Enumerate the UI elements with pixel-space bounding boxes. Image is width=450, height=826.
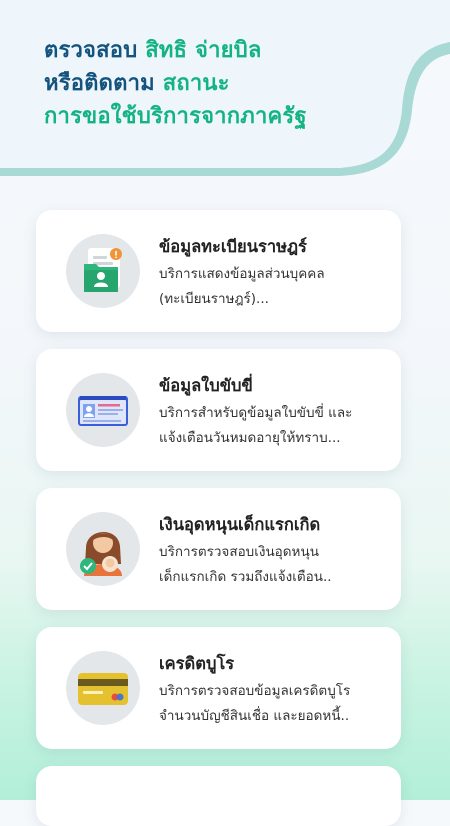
service-card-house-registration[interactable]: ข้อมูลทะเบียนราษฎร์ บริการแสดงข้อมูลส่วน… bbox=[36, 210, 401, 332]
card-description: บริการแสดงข้อมูลส่วนบุคคล (ทะเบียนราษฎร์… bbox=[159, 266, 325, 307]
service-card-driver-license[interactable]: ข้อมูลใบขับขี่ บริการสำหรับดูข้อมูลใบขับ… bbox=[36, 349, 401, 471]
service-list: ข้อมูลทะเบียนราษฎร์ บริการแสดงข้อมูลส่วน… bbox=[36, 210, 401, 826]
service-card-credit-bureau[interactable]: เครดิตบูโร บริการตรวจสอบข้อมูลเครดิตบูโร… bbox=[36, 627, 401, 749]
card-description: บริการสำหรับดูข้อมูลใบขับขี่ และ แจ้งเตื… bbox=[159, 405, 353, 446]
card-description: บริการตรวจสอบข้อมูลเครดิตบูโร จำนวนบัญชี… bbox=[159, 683, 351, 724]
header-banner: ตรวจสอบ สิทธิ จ่ายบิล หรือติดตาม สถานะ ก… bbox=[0, 0, 450, 200]
mother-child-icon bbox=[66, 512, 140, 586]
card-title: เงินอุดหนุนเด็กแรกเกิด bbox=[159, 515, 321, 534]
card-title: ข้อมูลทะเบียนราษฎร์ bbox=[159, 237, 307, 256]
card-title: เครดิตบูโร bbox=[159, 654, 235, 673]
page-title: ตรวจสอบ สิทธิ จ่ายบิล หรือติดตาม สถานะ ก… bbox=[44, 38, 307, 129]
house-registration-icon bbox=[66, 234, 140, 308]
card-title: ข้อมูลใบขับขี่ bbox=[159, 376, 253, 395]
credit-card-icon bbox=[66, 651, 140, 725]
service-card-partial[interactable] bbox=[36, 766, 401, 826]
driver-license-icon bbox=[66, 373, 140, 447]
card-description: บริการตรวจสอบเงินอุดหนุน เด็กแรกเกิด รวม… bbox=[159, 544, 332, 585]
service-card-newborn-subsidy[interactable]: เงินอุดหนุนเด็กแรกเกิด บริการตรวจสอบเงิน… bbox=[36, 488, 401, 610]
